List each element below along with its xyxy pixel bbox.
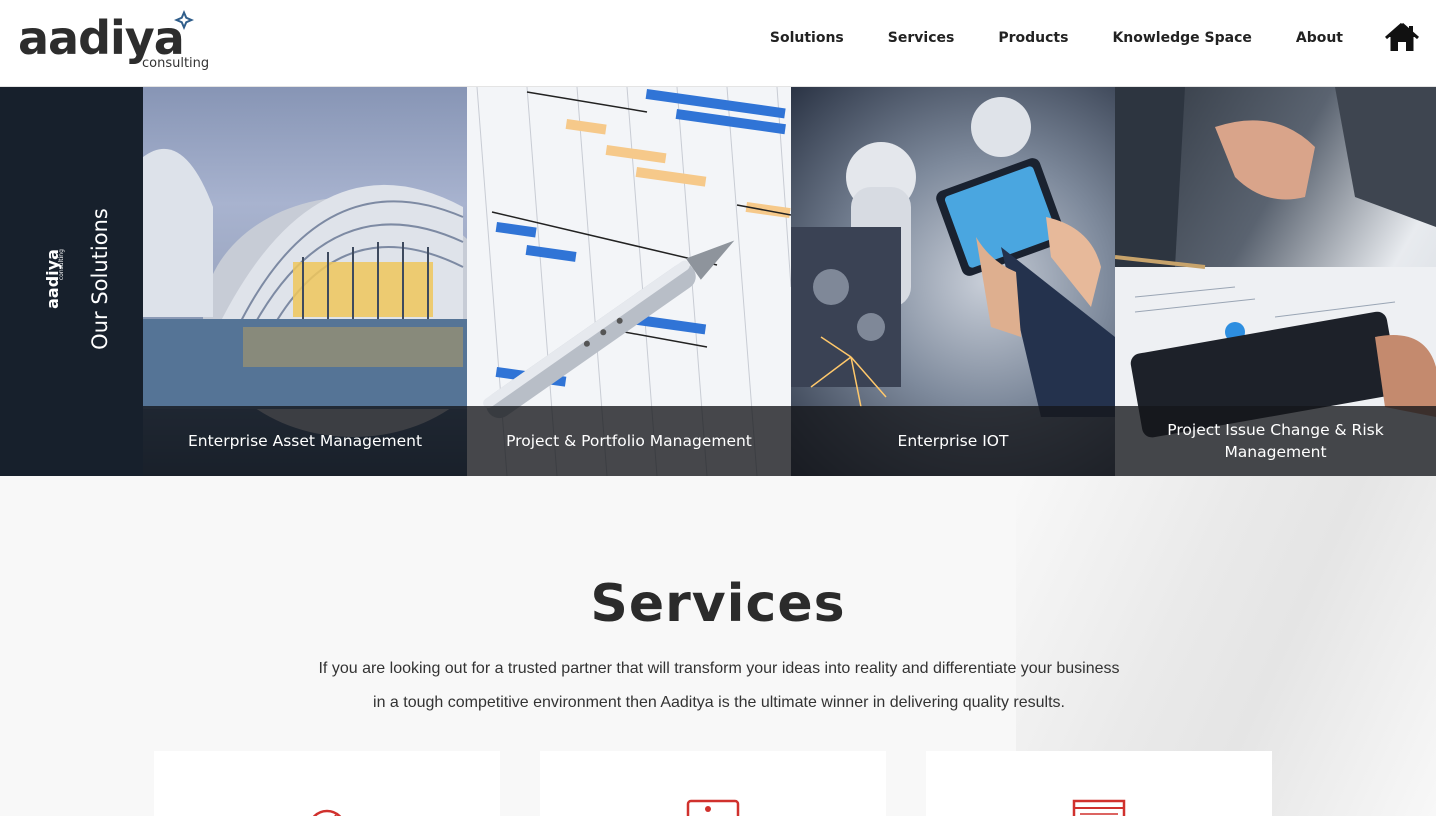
solutions-side-panel: aadiya consulting Our Solutions: [0, 87, 143, 476]
solution-label: Project & Portfolio Management: [506, 432, 752, 450]
gauge-icon: [312, 809, 342, 816]
solution-caption: Project Issue Change & Risk Management: [1115, 406, 1436, 476]
services-section: Services If you are looking out for a tr…: [0, 476, 1436, 816]
nav-services[interactable]: Services: [888, 30, 955, 46]
solution-label: Project Issue Change & Risk Management: [1167, 421, 1384, 461]
home-icon[interactable]: [1385, 22, 1419, 52]
services-title: Services: [590, 574, 846, 634]
service-card[interactable]: [540, 751, 886, 816]
nav-about[interactable]: About: [1296, 30, 1343, 46]
solution-caption: Project & Portfolio Management: [467, 406, 791, 476]
nav-products[interactable]: Products: [998, 30, 1068, 46]
solution-card-asset-management[interactable]: Enterprise Asset Management: [143, 87, 467, 476]
site-header: aadiya consulting Solutions Services Pro…: [0, 0, 1436, 87]
browser-window-icon: [1072, 799, 1126, 816]
solution-card-portfolio-management[interactable]: Project & Portfolio Management: [467, 87, 791, 476]
solution-label: Enterprise Asset Management: [187, 432, 423, 450]
nav-solutions[interactable]: Solutions: [770, 30, 844, 46]
monitor-icon: [686, 799, 740, 816]
solution-card-enterprise-iot[interactable]: Enterprise IOT: [791, 87, 1115, 476]
solutions-title: Our Solutions: [88, 208, 112, 350]
brand-logo[interactable]: aadiya consulting: [18, 10, 218, 76]
brand-subtitle: consulting: [142, 56, 210, 71]
solution-caption: Enterprise IOT: [791, 406, 1115, 476]
solution-caption: Enterprise Asset Management: [143, 406, 467, 476]
service-card[interactable]: [926, 751, 1272, 816]
services-description: If you are looking out for a trusted par…: [270, 652, 1168, 720]
services-description-line-1: If you are looking out for a trusted par…: [318, 660, 1120, 677]
diamond-logo-icon: [174, 10, 194, 30]
service-card[interactable]: [154, 751, 500, 816]
solutions-section: aadiya consulting Our Solutions Enterpri…: [0, 87, 1436, 476]
services-description-line-2: in a tough competitive environment then …: [373, 694, 1065, 711]
nav-knowledge-space[interactable]: Knowledge Space: [1112, 30, 1251, 46]
solution-card-risk-management[interactable]: Project Issue Change & Risk Management: [1115, 87, 1436, 476]
side-brand-logo: aadiya consulting: [43, 249, 65, 309]
main-nav: Solutions Services Products Knowledge Sp…: [726, 30, 1343, 46]
solution-label: Enterprise IOT: [897, 432, 1009, 450]
